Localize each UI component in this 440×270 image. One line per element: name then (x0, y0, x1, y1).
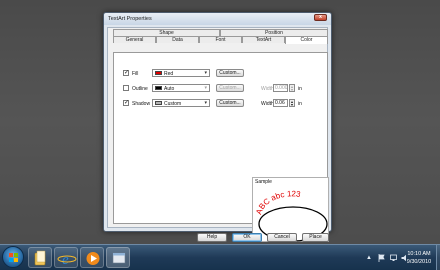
close-icon: x (319, 14, 322, 20)
outline-color-value: Auto (164, 86, 175, 92)
close-button[interactable]: x (314, 14, 327, 21)
clock-time[interactable]: 10:10 AM (404, 251, 434, 257)
folder-icon (34, 250, 46, 266)
sample-arc-text: ABC abc 123 (254, 189, 301, 215)
shadow-color-select[interactable]: Custom ▾ (152, 99, 210, 107)
network-icon[interactable] (390, 254, 398, 262)
fill-label: Fill (132, 71, 139, 77)
outline-width-spinner[interactable]: ▴ ▾ (289, 84, 295, 92)
dialog-client: Shape Position General Data Font TextArt… (107, 27, 329, 242)
tab-color[interactable]: Color (285, 36, 328, 44)
outline-label: Outline (132, 86, 148, 92)
tab-label: Font (215, 37, 226, 43)
place-button[interactable]: Place (302, 233, 329, 242)
tab-position[interactable]: Position (220, 29, 328, 36)
tab-general[interactable]: General (113, 36, 156, 43)
shadow-width-unit: in (298, 101, 302, 107)
start-button[interactable] (2, 246, 24, 268)
shadow-custom-button[interactable]: Custom... (216, 99, 244, 107)
tab-label: General (125, 37, 144, 43)
outline-row: Outline Auto ▾ Custom... Width 0.000 ▴ ▾ … (123, 84, 323, 93)
shadow-color-swatch (155, 101, 162, 105)
color-tab-panel: ✓ Fill Red ▾ Custom... Outline Auto ▾ Cu… (113, 52, 329, 242)
tab-textart[interactable]: TextArt (242, 36, 285, 43)
dropdown-arrow-icon: ▾ (204, 100, 207, 106)
fill-color-swatch (155, 71, 162, 75)
dropdown-arrow-icon: ▾ (204, 70, 207, 76)
taskbar-internet-explorer[interactable]: e (54, 247, 78, 268)
outline-width-label: Width (261, 86, 274, 92)
shadow-label: Shadow (132, 101, 151, 107)
tab-data[interactable]: Data (156, 36, 199, 43)
internet-explorer-icon: e (57, 252, 77, 268)
outline-custom-button[interactable]: Custom... (216, 84, 244, 92)
outline-color-swatch (155, 86, 162, 90)
fill-row: ✓ Fill Red ▾ Custom... (123, 69, 323, 78)
shadow-color-value: Custom (164, 101, 182, 107)
shadow-checkbox[interactable]: ✓ (123, 100, 129, 106)
clock-date[interactable]: 9/30/2010 (404, 259, 434, 265)
check-icon: ✓ (124, 100, 130, 106)
tab-shape[interactable]: Shape (113, 29, 220, 36)
taskbar-active-app[interactable] (106, 247, 130, 268)
taskbar-explorer[interactable] (28, 247, 52, 268)
windows-logo-icon (9, 253, 18, 262)
tab-label: TextArt (255, 37, 272, 43)
fill-custom-button[interactable]: Custom... (216, 69, 244, 77)
shadow-width-spinner[interactable]: ▴ ▾ (289, 99, 295, 107)
textart-properties-dialog: TextArt Properties x Shape Position Gene… (103, 12, 332, 242)
show-hidden-icons-icon[interactable]: ▲ (366, 255, 372, 261)
taskbar-media-player[interactable] (80, 247, 104, 268)
sample-text: ABC abc 123 (254, 189, 301, 215)
shadow-width-input[interactable]: 0.06 (273, 99, 288, 107)
dialog-titlebar[interactable]: TextArt Properties x (104, 13, 331, 25)
tab-label: Color (300, 37, 313, 43)
shadow-width-label: Width (261, 101, 274, 107)
help-button[interactable]: Help (197, 233, 227, 242)
media-player-icon (86, 252, 100, 265)
action-center-flag-icon[interactable] (378, 254, 386, 262)
cancel-button[interactable]: Cancel (267, 233, 297, 242)
outline-width-unit: in (298, 86, 302, 92)
outline-color-select[interactable]: Auto ▾ (152, 84, 210, 92)
fill-checkbox[interactable]: ✓ (123, 70, 129, 76)
show-desktop-button[interactable] (436, 245, 440, 270)
dialog-title: TextArt Properties (108, 16, 152, 22)
check-icon: ✓ (124, 70, 130, 76)
tab-label: Data (172, 37, 183, 43)
taskbar: e ▲ 10:10 AM 9/30/2010 (0, 244, 440, 270)
ok-button[interactable]: OK (232, 233, 262, 242)
dropdown-arrow-icon: ▾ (204, 85, 207, 91)
outline-checkbox[interactable] (123, 85, 129, 91)
outline-width-input[interactable]: 0.000 (273, 84, 288, 92)
shadow-row: ✓ Shadow Custom ▾ Custom... Width 0.06 ▴… (123, 99, 323, 108)
svg-text:e: e (62, 252, 69, 268)
application-window-icon (112, 252, 126, 264)
fill-color-value: Red (164, 71, 174, 77)
tab-font[interactable]: Font (199, 36, 242, 43)
fill-color-select[interactable]: Red ▾ (152, 69, 210, 77)
